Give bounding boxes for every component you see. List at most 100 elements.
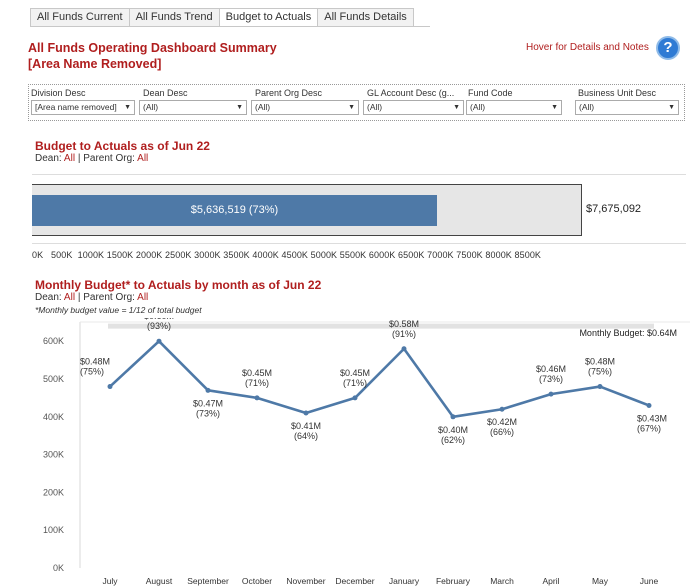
filter-label: Division Desc	[31, 88, 86, 98]
tab-all-funds-current[interactable]: All Funds Current	[30, 8, 130, 27]
monthly-line-chart: 0K 100K 200K 300K 400K 500K 600K Monthly Budget…	[43, 318, 690, 586]
dashboard-title: All Funds Operating Dashboard Summary [A…	[28, 40, 277, 72]
data-label-value: $0.40M	[438, 425, 468, 435]
data-label-value: $0.41M	[291, 421, 321, 431]
x-tick-label: November	[286, 576, 325, 586]
y-tick-label: 0K	[53, 563, 64, 573]
filter-fund-code: Fund Code (All) ▼	[466, 88, 562, 115]
chevron-down-icon: ▼	[453, 104, 460, 111]
filter-value: (All)	[470, 102, 486, 112]
filter-value: (All)	[367, 102, 383, 112]
data-point	[205, 387, 211, 393]
x-tick-label: September	[187, 576, 229, 586]
data-point	[401, 346, 407, 352]
parent-org-label: Parent Org:	[83, 292, 135, 303]
hover-details-link[interactable]: Hover for Details and Notes	[526, 42, 649, 53]
data-label-value: $0.43M	[637, 413, 667, 423]
x-tick-label: January	[389, 576, 420, 586]
data-point	[303, 410, 309, 416]
separator: |	[77, 153, 81, 164]
tab-budget-to-actuals[interactable]: Budget to Actuals	[218, 8, 319, 27]
x-tick-label: April	[542, 576, 559, 586]
dean-value-link[interactable]: All	[64, 292, 75, 303]
data-point	[548, 391, 554, 397]
data-point	[646, 402, 652, 408]
data-label-value: $0.47M	[193, 398, 223, 408]
filter-value: (All)	[579, 102, 595, 112]
tab-all-funds-trend[interactable]: All Funds Trend	[128, 8, 220, 27]
data-point	[156, 338, 162, 344]
filter-bar: Division Desc [Area name removed] ▼ Dean …	[28, 84, 685, 121]
x-tick-label: October	[242, 576, 272, 586]
filter-value: (All)	[143, 102, 159, 112]
data-label-percent: (73%)	[539, 374, 563, 384]
data-point	[597, 384, 603, 390]
chevron-down-icon: ▼	[348, 104, 355, 111]
parent-org-value-link[interactable]: All	[137, 153, 148, 164]
y-tick-label: 100K	[43, 525, 64, 535]
y-tick-label: 400K	[43, 412, 64, 422]
division-desc-dropdown[interactable]: [Area name removed] ▼	[31, 100, 135, 115]
x-tick-label: February	[436, 576, 471, 586]
actual-bar[interactable]: $5,636,519 (73%)	[32, 195, 437, 226]
data-label-percent: (75%)	[80, 367, 104, 377]
monthly-section-title: Monthly Budget* to Actuals by month as o…	[35, 278, 322, 292]
x-tick-label: May	[592, 576, 609, 586]
gl-account-desc-dropdown[interactable]: (All) ▼	[363, 100, 464, 115]
data-label-percent: (66%)	[490, 427, 514, 437]
x-tick-label: March	[490, 576, 514, 586]
filter-label: Parent Org Desc	[255, 88, 323, 98]
business-unit-desc-dropdown[interactable]: (All) ▼	[575, 100, 679, 115]
filter-label: Dean Desc	[143, 88, 188, 98]
x-tick-label: July	[102, 576, 118, 586]
fund-code-dropdown[interactable]: (All) ▼	[466, 100, 562, 115]
help-icon[interactable]: ?	[656, 36, 680, 60]
budget-section-filters: Dean: All | Parent Org: All	[35, 153, 148, 164]
filter-label: Fund Code	[468, 88, 513, 98]
filter-value: [Area name removed]	[35, 102, 117, 112]
page-title: All Funds Operating Dashboard Summary	[28, 41, 277, 55]
data-label-value: $0.45M	[340, 368, 370, 378]
budget-axis-ticks: 0K 500K 1000K 1500K 2000K 2500K 3000K 35…	[32, 250, 542, 260]
page-subtitle: [Area Name Removed]	[28, 57, 162, 71]
filter-dean-desc: Dean Desc (All) ▼	[139, 88, 247, 115]
filter-label: GL Account Desc (g...	[367, 88, 455, 98]
filter-division-desc: Division Desc [Area name removed] ▼	[31, 88, 135, 115]
parent-org-desc-dropdown[interactable]: (All) ▼	[251, 100, 359, 115]
filter-gl-account-desc: GL Account Desc (g... (All) ▼	[363, 88, 464, 115]
parent-org-value-link[interactable]: All	[137, 292, 148, 303]
data-label-percent: (73%)	[196, 408, 220, 418]
chevron-down-icon: ▼	[236, 104, 243, 111]
budget-section-title: Budget to Actuals as of Jun 22	[35, 139, 210, 153]
data-label-percent: (71%)	[245, 378, 269, 388]
data-point	[107, 384, 113, 390]
x-tick-label: August	[146, 576, 173, 586]
data-label-percent: (71%)	[343, 378, 367, 388]
x-tick-label: June	[640, 576, 659, 586]
data-label-percent: (67%)	[637, 423, 661, 433]
data-point	[450, 414, 456, 420]
tab-all-funds-details[interactable]: All Funds Details	[317, 8, 414, 27]
y-tick-label: 200K	[43, 487, 64, 497]
data-label-percent: (64%)	[294, 431, 318, 441]
dean-label: Dean:	[35, 153, 62, 164]
separator: |	[77, 292, 81, 303]
data-label-value: $0.58M	[389, 319, 419, 329]
x-tick-label: December	[335, 576, 374, 586]
monthly-budget-note: *Monthly budget value = 1/12 of total bu…	[35, 305, 202, 315]
y-tick-label: 300K	[43, 450, 64, 460]
dean-value-link[interactable]: All	[64, 153, 75, 164]
tab-bar: All Funds Current All Funds Trend Budget…	[30, 8, 414, 27]
data-label-percent: (91%)	[392, 329, 416, 339]
monthly-budget-label: Monthly Budget: $0.64M	[579, 328, 677, 338]
data-point	[499, 406, 505, 412]
y-tick-label: 600K	[43, 336, 64, 346]
data-label-value: $0.45M	[242, 368, 272, 378]
data-label-value: $0.42M	[487, 417, 517, 427]
data-label-percent: (75%)	[588, 367, 612, 377]
dean-desc-dropdown[interactable]: (All) ▼	[139, 100, 247, 115]
filter-value: (All)	[255, 102, 271, 112]
budget-total-label: $7,675,092	[586, 203, 642, 215]
chevron-down-icon: ▼	[124, 104, 131, 111]
tab-divider	[30, 26, 430, 27]
